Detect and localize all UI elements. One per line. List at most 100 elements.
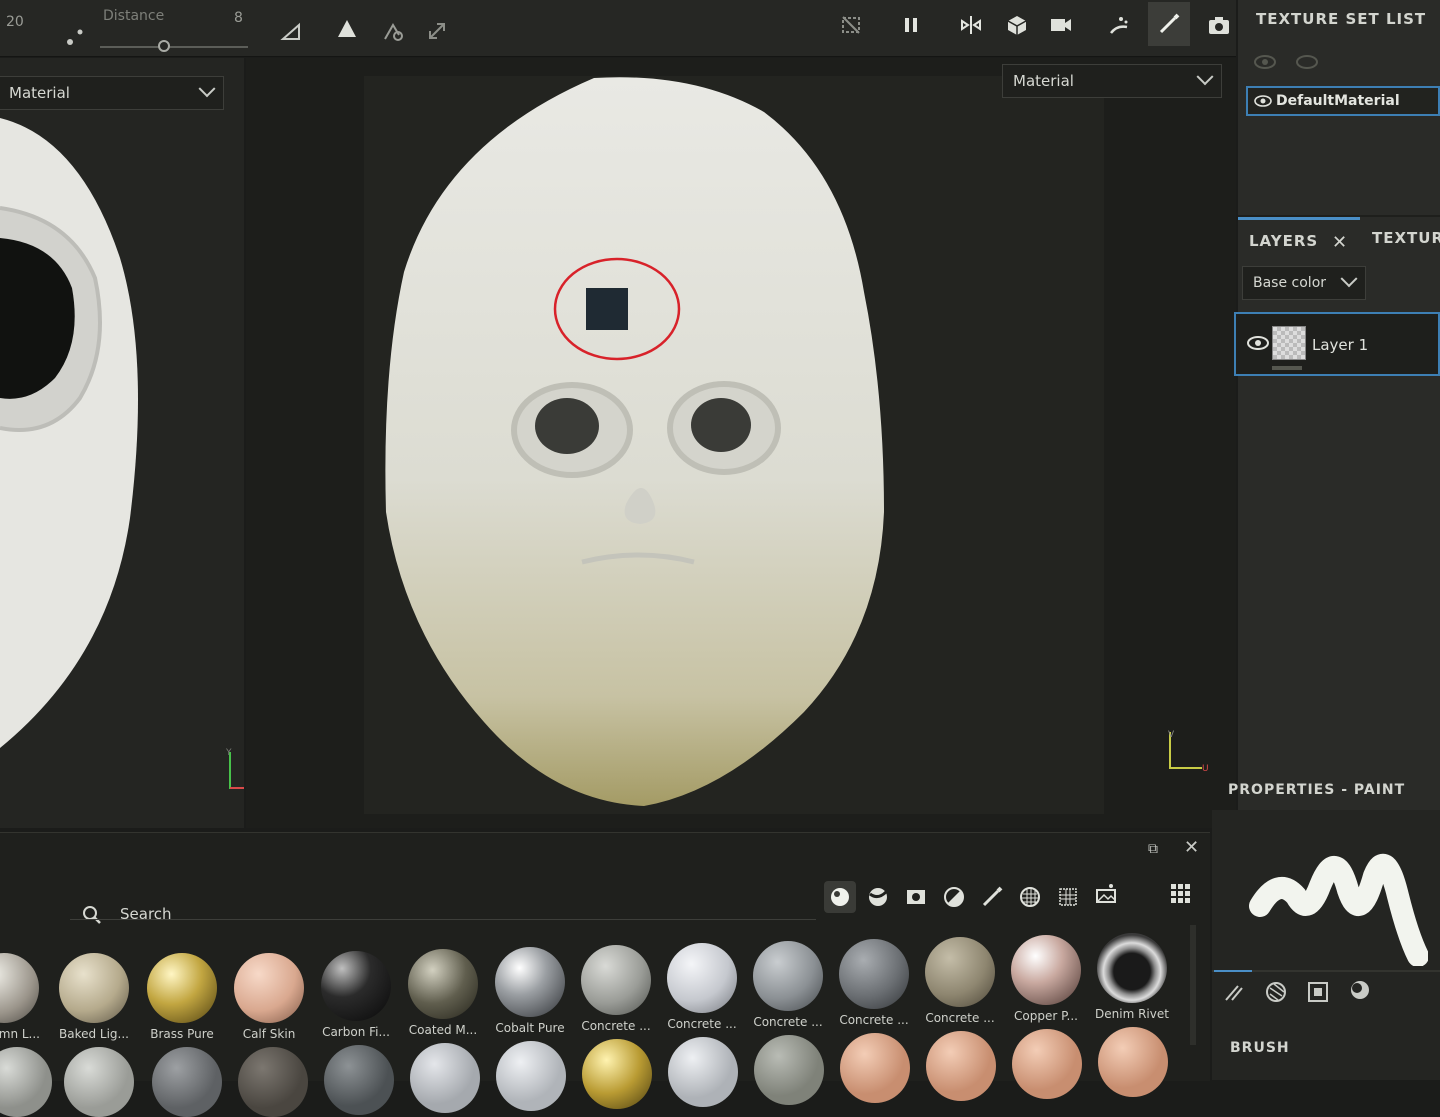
material-item[interactable]: Concrete ... (746, 941, 830, 1029)
cube-view-icon[interactable] (1002, 10, 1032, 40)
tab-textures[interactable]: TEXTUR (1360, 217, 1440, 263)
close-icon[interactable]: ✕ (1332, 232, 1347, 253)
layer-mask-bar (1272, 366, 1302, 370)
filter-smart-materials-icon[interactable] (862, 881, 894, 913)
texture-set-item-label: DefaultMaterial (1276, 93, 1400, 109)
material-item[interactable]: Concrete ... (832, 939, 916, 1027)
material-item[interactable]: umn L... (0, 953, 46, 1041)
symmetry-dropdown-icon[interactable] (276, 16, 306, 46)
camera-video-icon[interactable] (1046, 10, 1076, 40)
material-name: Concrete ... (753, 1015, 823, 1029)
tab-layers[interactable]: LAYERS ✕ (1238, 217, 1360, 263)
alpha-tab-icon[interactable] (1264, 980, 1288, 1008)
material-swatch (0, 953, 39, 1023)
material-swatch-row2[interactable] (754, 1035, 824, 1105)
filter-filters-icon[interactable] (938, 881, 970, 913)
brush-size-value[interactable]: 20 (6, 14, 24, 30)
material-swatch-row2[interactable] (668, 1037, 738, 1107)
distance-value[interactable]: 8 (234, 10, 243, 26)
material-swatch-row2[interactable] (1012, 1029, 1082, 1099)
material-item[interactable]: Calf Skin (227, 953, 311, 1041)
material-item[interactable]: Concrete ... (918, 937, 1002, 1025)
material-item[interactable]: Concrete ... (574, 945, 658, 1033)
eye-icon[interactable] (1254, 94, 1272, 108)
layer-thumbnail (1272, 326, 1306, 360)
filter-materials-icon[interactable] (824, 881, 856, 913)
distance-slider[interactable] (100, 46, 248, 48)
distance-slider-knob[interactable] (158, 40, 170, 52)
hide-icon[interactable] (836, 10, 866, 40)
material-swatch-row2[interactable] (238, 1047, 308, 1117)
material-swatch-row2[interactable] (926, 1031, 996, 1101)
axis-y-label: Y (226, 748, 232, 758)
filter-grunges-icon[interactable] (1052, 881, 1084, 913)
material-item[interactable]: Copper P... (1004, 935, 1088, 1023)
snap-icon[interactable] (378, 16, 408, 46)
top-toolbar: 20 Distance 8 (0, 0, 1236, 57)
filter-masks-icon[interactable] (900, 881, 932, 913)
axis-u-label: U (1202, 764, 1209, 774)
material-name: Concrete ... (839, 1013, 909, 1027)
material-swatch-row2[interactable] (324, 1045, 394, 1115)
material-swatch-row2[interactable] (64, 1047, 134, 1117)
particle-brush-icon[interactable] (1104, 10, 1134, 40)
close-icon[interactable]: ✕ (1184, 837, 1199, 858)
screenshot-camera-icon[interactable] (1204, 10, 1234, 40)
material-swatch (581, 945, 651, 1015)
material-item[interactable]: Carbon Fi... (314, 951, 398, 1039)
texture-set-solo-icon[interactable] (1294, 52, 1320, 76)
layer-name[interactable]: Layer 1 (1312, 336, 1368, 354)
chevron-down-icon (1196, 68, 1214, 86)
material-swatch (839, 939, 909, 1009)
split-view-icon[interactable] (956, 10, 986, 40)
brush-properties-panel: BRUSH (1212, 810, 1440, 1080)
material-swatch (753, 941, 823, 1011)
material-item[interactable]: Coated M... (401, 949, 485, 1037)
material-swatch (1097, 933, 1167, 1003)
material-swatch-row2[interactable] (1098, 1027, 1168, 1097)
stencil-tab-icon[interactable] (1306, 980, 1330, 1008)
material-name: Denim Rivet (1095, 1007, 1169, 1021)
face-uv-texture (385, 77, 884, 806)
layer-visibility-eye-icon[interactable] (1246, 334, 1270, 352)
material-item[interactable]: Brass Pure (140, 953, 224, 1041)
layer-channel-dropdown[interactable]: Base color (1242, 266, 1366, 300)
material-swatch-row2[interactable] (0, 1047, 52, 1117)
material-swatch (321, 951, 391, 1021)
filter-brushes-icon[interactable] (976, 881, 1008, 913)
material-swatch (667, 943, 737, 1013)
material-swatch-row2[interactable] (582, 1039, 652, 1109)
filter-alphas-icon[interactable] (1014, 881, 1046, 913)
texture-set-item[interactable]: DefaultMaterial (1246, 86, 1440, 116)
material-item[interactable]: Concrete ... (660, 943, 744, 1031)
viewport-2d[interactable]: Material V U (246, 58, 1236, 828)
material-item[interactable]: Cobalt Pure (488, 947, 572, 1035)
texture-set-visibility-icon[interactable] (1252, 52, 1278, 76)
material-swatch-row2[interactable] (840, 1033, 910, 1103)
filter-environments-icon[interactable] (1090, 877, 1122, 909)
material-swatch-row2[interactable] (152, 1047, 222, 1117)
material-swatch-row2[interactable] (496, 1041, 566, 1111)
material-tab-icon[interactable] (1348, 978, 1372, 1006)
viewport-3d[interactable]: Material Y X (0, 58, 244, 828)
transform-icon[interactable] (422, 16, 452, 46)
material-item[interactable]: Baked Lig... (52, 953, 136, 1041)
paint-brush-tool-icon[interactable] (1148, 2, 1190, 46)
search-input[interactable]: Search (120, 905, 172, 923)
mirror-icon[interactable] (332, 14, 362, 44)
brush-tab-icon[interactable] (1222, 980, 1246, 1008)
shelf-scrollbar[interactable] (1190, 925, 1196, 1045)
viewport2d-channel-dropdown[interactable]: Material (1002, 64, 1222, 98)
grid-view-icon[interactable] (1164, 877, 1196, 909)
material-swatch-row2[interactable] (410, 1043, 480, 1113)
maximize-icon[interactable]: ⧉ (1148, 841, 1158, 857)
material-swatch (234, 953, 304, 1023)
search-icon (83, 906, 101, 924)
material-name: Concrete ... (581, 1019, 651, 1033)
pause-icon[interactable] (896, 10, 926, 40)
brush-stroke-preview (1249, 853, 1428, 966)
axis-v-label: V (1168, 730, 1175, 740)
spacing-icon[interactable] (66, 26, 86, 50)
material-item[interactable]: Denim Rivet (1090, 933, 1174, 1021)
layer-row[interactable]: Layer 1 (1234, 312, 1440, 376)
